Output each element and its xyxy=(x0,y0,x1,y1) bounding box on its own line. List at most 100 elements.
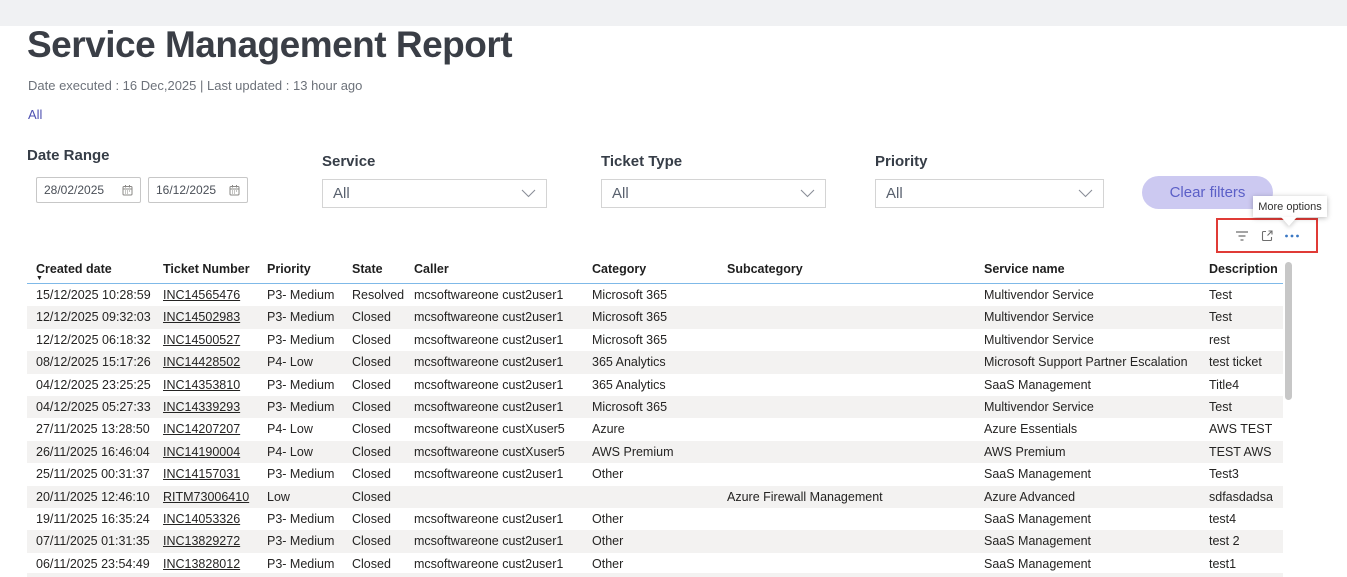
cell-description: test1 xyxy=(1209,553,1283,575)
cell-ticket: INC14565476 xyxy=(163,284,267,306)
priority-dropdown[interactable]: All xyxy=(875,179,1104,208)
top-bar xyxy=(0,0,1347,26)
col-header-caller[interactable]: Caller xyxy=(414,258,592,283)
cell-description: Test xyxy=(1209,396,1283,418)
table-row: 12/12/2025 06:18:32 INC14500527 P3- Medi… xyxy=(27,329,1283,351)
cell-caller xyxy=(414,486,592,508)
cell-subcategory xyxy=(727,396,984,418)
table-row: 08/12/2025 15:17:26 INC14428502 P4- Low … xyxy=(27,351,1283,373)
cell-subcategory xyxy=(727,284,984,306)
cell-caller: mcsoftwareone cust2user1 xyxy=(414,306,592,328)
ticket-link[interactable]: INC13828012 xyxy=(163,557,240,571)
ticket-link[interactable]: INC14502983 xyxy=(163,310,240,324)
ticket-link[interactable]: INC14207207 xyxy=(163,422,240,436)
cell-caller: mcsoftwareone custXuser5 xyxy=(414,418,592,440)
cell-category: Microsoft 365 xyxy=(592,396,727,418)
cell-state: Closed xyxy=(352,486,414,508)
cell-caller: mcsoftwareone cust2user1 xyxy=(414,329,592,351)
cell-caller: mcsoftwareone cust2user1 xyxy=(414,463,592,485)
cell-state: Closed xyxy=(352,530,414,552)
cell-subcategory xyxy=(727,530,984,552)
page-title: Service Management Report xyxy=(27,24,512,66)
filter-icon[interactable] xyxy=(1234,228,1250,244)
cell-ticket: RITM73006410 xyxy=(163,486,267,508)
cell-subcategory xyxy=(727,374,984,396)
col-header-subcategory[interactable]: Subcategory xyxy=(727,258,984,283)
cell-caller: mcsoftwareone cust2user1 xyxy=(414,351,592,373)
ticket-link[interactable]: INC14157031 xyxy=(163,467,240,481)
cell-category: Other xyxy=(592,463,727,485)
ticket-link[interactable]: INC14428502 xyxy=(163,355,240,369)
tickets-table: Created date ▼ Ticket Number Priority St… xyxy=(27,258,1283,575)
cell-created: 12/12/2025 09:32:03 xyxy=(27,306,163,328)
cell-priority: Low xyxy=(267,486,352,508)
col-header-ticket-number[interactable]: Ticket Number xyxy=(163,258,267,283)
cell-created: 27/11/2025 13:28:50 xyxy=(27,418,163,440)
cell-ticket: INC14207207 xyxy=(163,418,267,440)
ticket-type-dropdown[interactable]: All xyxy=(601,179,826,208)
cell-created: 20/11/2025 12:46:10 xyxy=(27,486,163,508)
focus-mode-icon[interactable] xyxy=(1259,228,1275,244)
cell-state: Closed xyxy=(352,306,414,328)
cell-description: TEST AWS xyxy=(1209,441,1283,463)
ticket-link[interactable]: RITM73006410 xyxy=(163,490,249,504)
breadcrumb-all-link[interactable]: All xyxy=(28,107,42,122)
cell-state: Closed xyxy=(352,351,414,373)
cell-state: Closed xyxy=(352,374,414,396)
cell-caller: mcsoftwareone custXuser5 xyxy=(414,441,592,463)
col-header-category[interactable]: Category xyxy=(592,258,727,283)
cell-state: Closed xyxy=(352,329,414,351)
end-date-input[interactable]: 16/12/2025 xyxy=(148,177,248,203)
cell-description: rest xyxy=(1209,329,1283,351)
cell-service: SaaS Management xyxy=(984,374,1209,396)
service-label: Service xyxy=(322,153,375,170)
table-row: 07/11/2025 01:31:35 INC13829272 P3- Medi… xyxy=(27,530,1283,552)
col-header-service-name[interactable]: Service name xyxy=(984,258,1209,283)
ticket-link[interactable]: INC14339293 xyxy=(163,400,240,414)
col-header-created-date[interactable]: Created date ▼ xyxy=(27,258,163,283)
chevron-down-icon xyxy=(521,189,536,198)
priority-dropdown-value: All xyxy=(886,185,903,202)
col-header-state[interactable]: State xyxy=(352,258,414,283)
table-vertical-scrollbar[interactable] xyxy=(1285,262,1292,400)
chevron-down-icon xyxy=(800,189,815,198)
cell-subcategory: Azure Firewall Management xyxy=(727,486,984,508)
cell-created: 04/12/2025 05:27:33 xyxy=(27,396,163,418)
table-row: 20/11/2025 12:46:10 RITM73006410 Low Clo… xyxy=(27,486,1283,508)
ticket-type-dropdown-value: All xyxy=(612,185,629,202)
service-dropdown-value: All xyxy=(333,185,350,202)
cell-state: Closed xyxy=(352,508,414,530)
cell-category: 365 Analytics xyxy=(592,374,727,396)
more-options-icon[interactable] xyxy=(1284,228,1300,244)
ticket-link[interactable]: INC14190004 xyxy=(163,445,240,459)
table-body: 15/12/2025 10:28:59 INC14565476 P3- Medi… xyxy=(27,284,1283,575)
cell-priority: P3- Medium xyxy=(267,463,352,485)
cell-priority: P3- Medium xyxy=(267,374,352,396)
cell-state: Closed xyxy=(352,441,414,463)
col-header-description[interactable]: Description xyxy=(1209,258,1283,283)
cell-service: SaaS Management xyxy=(984,508,1209,530)
cell-ticket: INC13829272 xyxy=(163,530,267,552)
start-date-input[interactable]: 28/02/2025 xyxy=(36,177,141,203)
table-row: 19/11/2025 16:35:24 INC14053326 P3- Medi… xyxy=(27,508,1283,530)
cell-created: 19/11/2025 16:35:24 xyxy=(27,508,163,530)
ticket-link[interactable]: INC14565476 xyxy=(163,288,240,302)
service-dropdown[interactable]: All xyxy=(322,179,547,208)
cell-description: sdfasdadsa xyxy=(1209,486,1283,508)
cell-state: Closed xyxy=(352,418,414,440)
col-header-priority[interactable]: Priority xyxy=(267,258,352,283)
cell-ticket: INC14339293 xyxy=(163,396,267,418)
ticket-link[interactable]: INC14353810 xyxy=(163,378,240,392)
cell-category: 365 Analytics xyxy=(592,351,727,373)
cell-caller: mcsoftwareone cust2user1 xyxy=(414,553,592,575)
ticket-link[interactable]: INC14053326 xyxy=(163,512,240,526)
ticket-link[interactable]: INC14500527 xyxy=(163,333,240,347)
cell-subcategory xyxy=(727,553,984,575)
ticket-link[interactable]: INC13829272 xyxy=(163,534,240,548)
cell-ticket: INC14428502 xyxy=(163,351,267,373)
cell-created: 07/11/2025 01:31:35 xyxy=(27,530,163,552)
cell-category: Other xyxy=(592,553,727,575)
cell-caller: mcsoftwareone cust2user1 xyxy=(414,396,592,418)
cell-category xyxy=(592,486,727,508)
cell-caller: mcsoftwareone cust2user1 xyxy=(414,530,592,552)
